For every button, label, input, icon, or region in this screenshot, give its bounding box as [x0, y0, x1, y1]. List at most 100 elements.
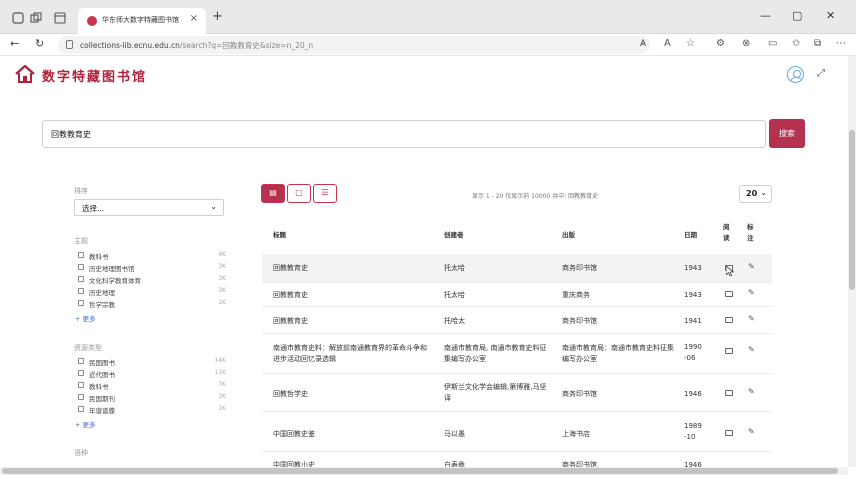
fullscreen-icon[interactable]: ⤢ [817, 68, 825, 79]
column-header-publisher[interactable]: 出版 [562, 229, 575, 239]
row-title[interactable]: 回教教育史 [273, 263, 433, 273]
close-window-icon[interactable]: ✕ [826, 9, 835, 22]
row-title[interactable]: 南通市教育史料：解放前南通教育界的革命斗争和进步活动回忆录选辑 [273, 343, 433, 365]
edit-note-icon[interactable]: ✎ [748, 262, 755, 272]
search-input[interactable] [42, 120, 766, 148]
close-split-icon[interactable]: ⊗ [742, 38, 750, 49]
search-button[interactable]: 搜索 [769, 119, 805, 148]
url-field[interactable]: collections-lib.ecnu.edu.cn/search?q=回教教… [58, 36, 650, 54]
url-path: /search?q=回教教育史&size=n_20_n [179, 41, 314, 50]
facet-item[interactable]: 民国期刊 2K [78, 393, 226, 403]
row-creator: 马以愚 [444, 430, 465, 438]
facet-item[interactable]: 哲学宗教 1K [78, 299, 226, 309]
browser-window: 华东师大数字特藏图书馆 × + — ▢ ✕ ← ↻ collections-li… [0, 0, 856, 480]
column-header-date[interactable]: 日期 [684, 229, 697, 239]
checkbox[interactable] [78, 300, 84, 306]
favorites-icon[interactable]: ✩ [792, 38, 800, 49]
checkbox[interactable] [78, 264, 84, 270]
facet-item[interactable]: 教科书 7K [78, 381, 226, 391]
profile-icon[interactable] [12, 12, 24, 24]
checkbox[interactable] [78, 382, 84, 388]
row-title[interactable]: 回教教育史 [273, 316, 433, 326]
read-icon[interactable] [725, 348, 733, 354]
per-page-select[interactable]: 20 ⌄ [739, 185, 772, 203]
read-icon[interactable] [725, 317, 733, 323]
minimize-icon[interactable]: — [760, 9, 771, 22]
row-publisher: 商务印书馆 [562, 264, 597, 272]
facet-item[interactable]: 教科书 4K [78, 251, 226, 261]
edit-note-icon[interactable]: ✎ [748, 387, 755, 397]
zoom-icon[interactable]: ⌕ [640, 38, 646, 49]
row-divider [262, 373, 772, 374]
horizontal-scrollbar[interactable] [0, 467, 848, 475]
collections-icon[interactable] [30, 12, 42, 24]
checkbox[interactable] [78, 276, 84, 282]
close-tab-icon[interactable]: × [190, 13, 198, 24]
tab-title: 华东师大数字特藏图书馆 [102, 16, 179, 24]
mouse-cursor-icon [726, 266, 734, 276]
checkbox[interactable] [78, 370, 84, 376]
back-icon[interactable]: ← [10, 38, 19, 50]
new-tab-icon[interactable]: + [212, 10, 223, 23]
grid-view-button[interactable]: ▤ [261, 184, 285, 203]
facet-item[interactable]: 历史地理 2K [78, 287, 226, 297]
sort-select[interactable]: 选择... ⌄ [74, 199, 224, 216]
facet-item[interactable]: 年谱谱牒 1K [78, 405, 226, 415]
results-summary: 显示 1 - 20 仅显示前 10000 共中: 回教教育史 [472, 193, 599, 200]
row-publisher: 重庆商务 [562, 291, 590, 299]
edit-note-icon[interactable]: ✎ [748, 314, 755, 324]
per-page-value: 20 [746, 189, 758, 198]
read-aloud-icon[interactable]: A [664, 38, 671, 49]
maximize-icon[interactable]: ▢ [792, 9, 802, 22]
more-options-icon[interactable]: ⋯ [836, 38, 846, 49]
read-icon[interactable] [725, 390, 733, 396]
facet-item-label: 哲学宗教 [89, 301, 115, 309]
checkbox[interactable] [78, 288, 84, 294]
vertical-scrollbar-thumb[interactable] [849, 130, 855, 290]
read-icon[interactable] [725, 291, 733, 297]
lock-icon[interactable] [66, 40, 73, 49]
user-avatar-icon[interactable] [787, 66, 804, 83]
refresh-icon[interactable]: ↻ [35, 38, 44, 50]
row-title[interactable]: 中国回教史鉴 [273, 429, 433, 439]
row-creator: 南通市教育局, 南通市教育史料征集编写办公室 [444, 344, 547, 363]
collections-toolbar-icon[interactable]: ⧉ [814, 38, 821, 49]
edit-note-icon[interactable]: ✎ [748, 427, 755, 437]
facet-item[interactable]: 历史地理图书馆 3K [78, 263, 226, 273]
facet-subject-label: 主题 [74, 237, 88, 245]
extensions-icon[interactable]: ⚙ [716, 38, 725, 49]
checkbox[interactable] [78, 358, 84, 364]
facet-item-count: 2K [218, 287, 226, 294]
edit-note-icon[interactable]: ✎ [748, 288, 755, 298]
facet-item[interactable]: 近代图书 11K [78, 369, 226, 379]
more-link[interactable]: + 更多 [75, 419, 96, 429]
facet-item[interactable]: 民国图书 14K [78, 357, 226, 367]
checkbox[interactable] [78, 394, 84, 400]
row-creator: 伊斯兰文化学会编辑,第博雅,马坚译 [444, 383, 547, 402]
row-title[interactable]: 回教哲学史 [273, 389, 433, 399]
horizontal-scrollbar-thumb[interactable] [2, 468, 838, 474]
read-icon[interactable] [725, 430, 733, 436]
facet-item[interactable]: 文化科学教育体育 3K [78, 275, 226, 285]
favorite-icon[interactable]: ☆ [686, 38, 695, 49]
split-screen-icon[interactable]: ▭ [768, 38, 777, 49]
site-title[interactable]: 数字特藏图书馆 [42, 66, 147, 85]
row-creator: 托太哈 [444, 291, 465, 299]
column-header-title[interactable]: 标题 [273, 229, 286, 239]
edit-note-icon[interactable]: ✎ [748, 345, 755, 355]
tab-active[interactable]: 华东师大数字特藏图书馆 × [78, 8, 206, 34]
site-favicon-icon [87, 16, 97, 26]
column-header-creator[interactable]: 创建者 [444, 229, 464, 239]
list-view-button[interactable]: ☰ [313, 184, 337, 203]
document-view-button[interactable]: ▢ [287, 184, 311, 203]
checkbox[interactable] [78, 252, 84, 258]
row-divider [262, 411, 772, 412]
address-bar: ← ↻ collections-lib.ecnu.edu.cn/search?q… [0, 34, 856, 56]
more-link[interactable]: + 更多 [75, 313, 96, 323]
vertical-scrollbar[interactable] [848, 56, 856, 467]
tab-actions-icon[interactable] [54, 12, 66, 24]
checkbox[interactable] [78, 406, 84, 412]
row-publisher: 南通市教育局：南通市教育史料征集编写办公室 [562, 344, 674, 363]
row-title[interactable]: 回教教育史 [273, 290, 433, 300]
home-logo-icon[interactable] [14, 64, 36, 84]
